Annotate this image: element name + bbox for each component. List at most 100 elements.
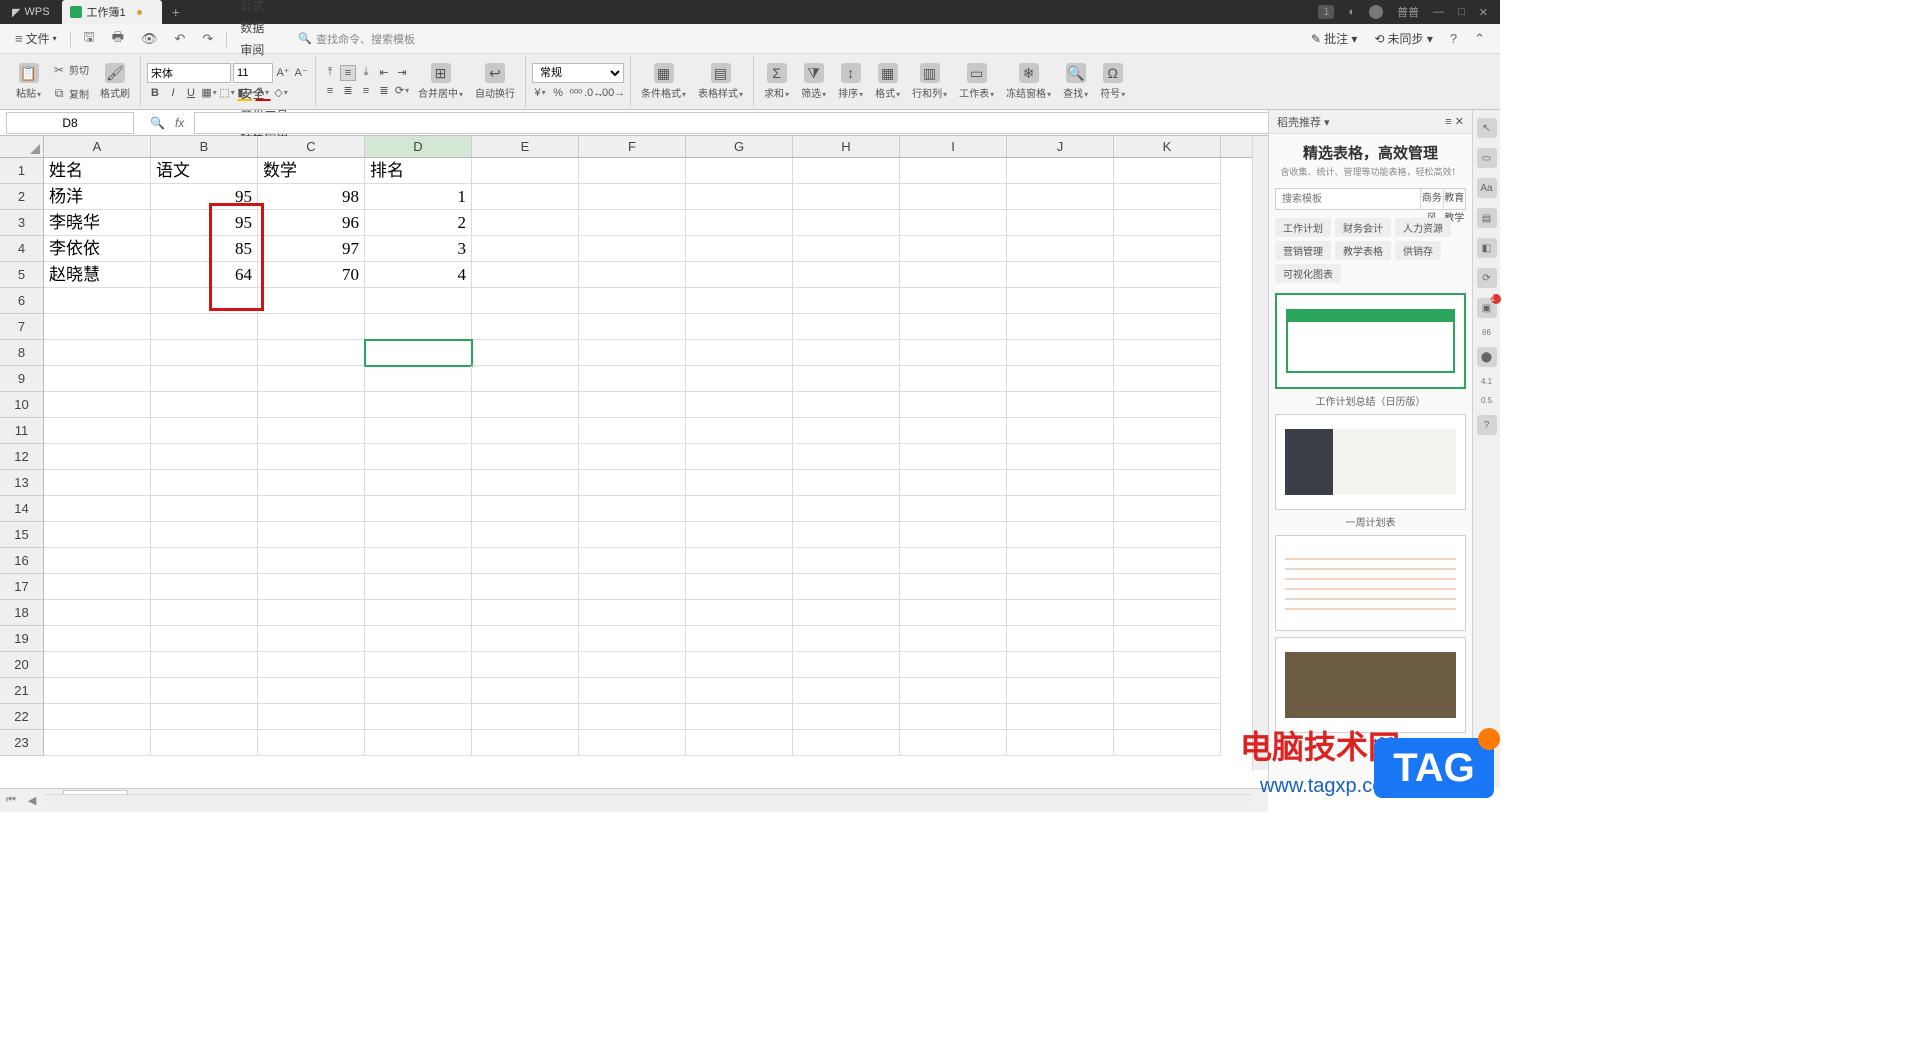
cell[interactable] [472,548,579,574]
format-painter-button[interactable]: 🖌格式刷 [96,61,134,102]
cell[interactable] [1007,678,1114,704]
cell[interactable]: 3 [365,236,472,262]
row-header[interactable]: 13 [0,470,44,496]
cell[interactable] [686,678,793,704]
cell[interactable] [900,600,1007,626]
cell[interactable] [900,184,1007,210]
cell[interactable] [44,366,151,392]
panel-close-icon[interactable]: ✕ [1455,116,1464,128]
cell[interactable] [793,730,900,756]
italic-button[interactable]: I [165,85,181,101]
cell[interactable] [1114,626,1221,652]
currency-button[interactable]: ¥ [532,85,548,101]
cell[interactable] [900,314,1007,340]
cell[interactable] [900,288,1007,314]
cell[interactable] [365,704,472,730]
collapse-ribbon-button[interactable]: ⌃ [1467,28,1492,50]
cell[interactable] [1007,184,1114,210]
cell[interactable] [900,548,1007,574]
cell[interactable] [365,626,472,652]
cell[interactable] [686,600,793,626]
cell[interactable] [793,158,900,184]
cell[interactable] [258,548,365,574]
cell[interactable] [900,418,1007,444]
cell[interactable] [900,496,1007,522]
row-header[interactable]: 3 [0,210,44,236]
font-size-combo[interactable] [233,63,273,83]
cell[interactable]: 排名 [365,158,472,184]
cell[interactable] [900,340,1007,366]
font-name-combo[interactable] [147,63,231,83]
cell[interactable] [793,210,900,236]
cell[interactable] [579,678,686,704]
print-preview-button[interactable]: 👁 [134,28,165,50]
cell[interactable] [579,158,686,184]
cell[interactable] [1114,470,1221,496]
border-button[interactable]: ▦ [201,85,217,101]
cell[interactable] [1114,158,1221,184]
cell[interactable] [151,548,258,574]
clear-format-button[interactable]: ◇ [273,85,289,101]
template-thumb[interactable] [1275,414,1466,510]
cell[interactable]: 赵晓慧 [44,262,151,288]
cell[interactable] [686,730,793,756]
cell[interactable] [472,392,579,418]
cell[interactable] [686,340,793,366]
cell[interactable] [686,444,793,470]
cell[interactable] [793,366,900,392]
cell[interactable] [151,574,258,600]
row-header[interactable]: 1 [0,158,44,184]
cell[interactable] [579,184,686,210]
cell[interactable] [900,626,1007,652]
cell[interactable] [151,366,258,392]
cell[interactable] [793,652,900,678]
cell[interactable] [1114,366,1221,392]
user-name[interactable]: 普普 [1397,4,1419,20]
cell[interactable] [900,444,1007,470]
cell[interactable] [1007,704,1114,730]
cell[interactable] [365,418,472,444]
template-search[interactable]: 商务风 教育教学 [1275,188,1466,210]
sync-button[interactable]: ⟲ 未同步 ▾ [1367,28,1439,50]
conditional-format-button[interactable]: ▦条件格式 [637,61,690,102]
cell[interactable] [686,236,793,262]
cell[interactable] [472,366,579,392]
cell[interactable] [1114,444,1221,470]
cell[interactable] [1114,262,1221,288]
template-tag[interactable]: 人力资源 [1395,218,1451,237]
cell[interactable] [579,210,686,236]
cell[interactable] [44,418,151,444]
cell[interactable] [258,366,365,392]
increase-decimal-button[interactable]: .00→ [604,85,620,101]
cell[interactable] [472,444,579,470]
column-header[interactable]: G [686,136,793,157]
cell[interactable] [579,496,686,522]
cell[interactable] [793,678,900,704]
worksheet-button[interactable]: ▭工作表 [955,61,998,102]
cell[interactable] [151,678,258,704]
row-header[interactable]: 5 [0,262,44,288]
cell-style-button[interactable]: ⬚ [219,85,235,101]
wrap-text-button[interactable]: ↩自动换行 [471,61,519,102]
cell[interactable] [151,392,258,418]
align-top-button[interactable]: ⤒ [322,65,338,81]
cell[interactable] [365,444,472,470]
avatar[interactable] [1369,5,1383,19]
template-thumb[interactable] [1275,535,1466,631]
column-header[interactable]: F [579,136,686,157]
cell[interactable] [1007,626,1114,652]
cell[interactable] [579,600,686,626]
cell[interactable] [1007,366,1114,392]
cell[interactable] [900,730,1007,756]
cell[interactable] [1114,704,1221,730]
thousands-button[interactable]: ᵒᵒᵒ [568,85,584,101]
cell[interactable] [579,392,686,418]
template-tag[interactable]: 财务会计 [1335,218,1391,237]
template-tag[interactable]: 可视化图表 [1275,264,1341,283]
rating-icon[interactable]: ⬤ [1477,347,1497,367]
cell[interactable] [1007,418,1114,444]
cell[interactable] [793,626,900,652]
cell[interactable] [44,392,151,418]
select-mode-icon[interactable]: ↖ [1477,118,1497,138]
cell[interactable] [472,730,579,756]
